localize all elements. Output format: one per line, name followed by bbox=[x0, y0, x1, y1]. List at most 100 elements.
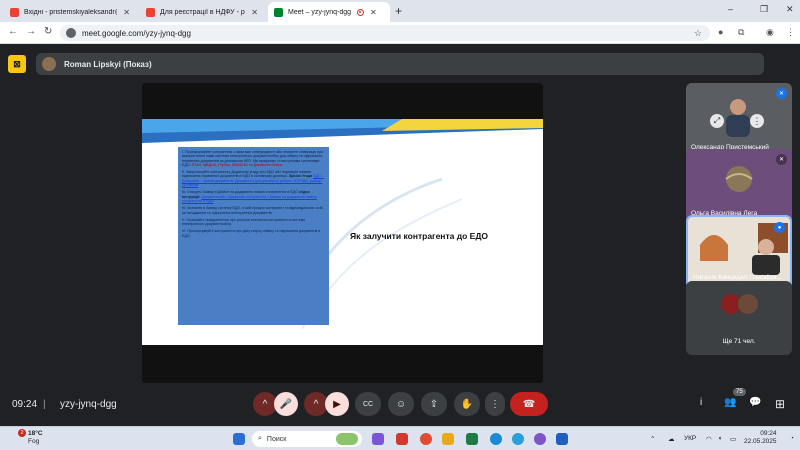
present-button[interactable]: ⇪ bbox=[421, 392, 447, 416]
minimize-button[interactable]: – bbox=[728, 4, 733, 14]
battery-icon[interactable]: ▭ bbox=[730, 435, 736, 443]
meeting-clock: 09:24 bbox=[12, 399, 38, 410]
shared-slide: I. Проінформуйте контрагента з яким вже … bbox=[142, 119, 543, 345]
viber-icon[interactable] bbox=[534, 433, 546, 445]
separator: | bbox=[43, 399, 46, 410]
tab-ndfu[interactable]: Для реєстрації в НДФУ - prystr ✕ bbox=[140, 2, 264, 22]
mic-muted-icon: ✕ bbox=[776, 88, 787, 99]
gmail-icon bbox=[10, 7, 19, 17]
meet-top-bar: ⊠ Roman Lipskyi (Показ) bbox=[0, 45, 800, 83]
profile-avatar-icon[interactable]: ◉ bbox=[766, 27, 774, 38]
wifi-icon[interactable]: ◠ bbox=[706, 435, 712, 443]
copilot-icon[interactable] bbox=[372, 433, 384, 445]
windows-start-icon[interactable] bbox=[233, 433, 245, 445]
browser-tab-strip: Вхідні - pristemskiyaleksandr@ ✕ Для реє… bbox=[0, 0, 800, 22]
step-item: III. Створіть Заявку в ДімКит на додаван… bbox=[182, 190, 317, 203]
mic-muted-icon: ✕ bbox=[776, 154, 787, 165]
file-explorer-icon[interactable] bbox=[442, 433, 454, 445]
camera-off-icon: ▶ bbox=[333, 398, 341, 410]
speaking-indicator-icon: ● bbox=[774, 222, 785, 233]
more-vert-icon: ⋮ bbox=[490, 398, 500, 410]
step-item: II. Запропонуйте контрагенту Додаткову у… bbox=[182, 170, 324, 188]
search-icon: ⌕ bbox=[258, 435, 262, 442]
slide-title: Як залучити контрагента до ЕДО bbox=[350, 231, 488, 241]
taskbar-search[interactable]: ⌕ Поиск bbox=[252, 431, 362, 447]
more-participants-label: Ще 71 чел. bbox=[722, 338, 756, 345]
step-item: I. Проінформуйте контрагента з яким вже … bbox=[182, 150, 324, 167]
tab-gmail[interactable]: Вхідні - pristemskiyaleksandr@ ✕ bbox=[4, 2, 136, 22]
chat-icon[interactable]: 💬 bbox=[749, 397, 761, 408]
present-screen-icon[interactable]: ⊠ bbox=[8, 55, 26, 73]
tab-title: Meet – yzy-jynq-dgg bbox=[288, 8, 352, 16]
weather-widget[interactable]: 18°C Fog bbox=[28, 430, 43, 446]
step-item: V. Отримайте повідомлення про успішне вн… bbox=[182, 217, 306, 227]
restore-button[interactable]: ❐ bbox=[760, 4, 768, 15]
captions-button[interactable]: CC bbox=[355, 392, 381, 416]
tab-title: Вхідні - pristemskiyaleksandr@ bbox=[24, 8, 118, 16]
address-bar[interactable]: meet.google.com/yzy-jynq-dgg ☆ bbox=[60, 25, 710, 41]
participant-tile-active[interactable]: ● Наталія Канцедал / Nataliya... bbox=[686, 215, 792, 289]
menu-kebab-icon[interactable]: ⋮ bbox=[786, 27, 795, 38]
reload-icon[interactable]: ↻ bbox=[44, 26, 52, 37]
forward-arrow-icon[interactable]: → bbox=[26, 26, 36, 37]
mic-toggle-button[interactable]: 🎤 bbox=[274, 392, 298, 416]
close-icon[interactable]: ✕ bbox=[123, 8, 130, 17]
new-tab-button[interactable]: + bbox=[395, 4, 402, 18]
more-participants-tile[interactable]: Ще 71 чел. bbox=[686, 281, 792, 355]
meeting-info-icon[interactable]: i bbox=[700, 397, 702, 408]
chevron-up-icon[interactable]: ⌃ bbox=[650, 435, 655, 443]
site-info-icon[interactable] bbox=[66, 28, 76, 38]
meet-icon bbox=[274, 7, 283, 17]
instruction-link[interactable]: Документообіг / Довідники контрагента / … bbox=[182, 195, 317, 203]
people-icon[interactable]: 👥 bbox=[724, 397, 736, 408]
steps-panel: I. Проінформуйте контрагента з яким вже … bbox=[178, 147, 329, 325]
close-window-button[interactable]: ✕ bbox=[786, 4, 794, 15]
bookmark-star-icon[interactable]: ☆ bbox=[694, 28, 702, 39]
telegram-icon[interactable] bbox=[512, 433, 524, 445]
skype-icon[interactable] bbox=[490, 433, 502, 445]
participant-tile[interactable]: ⤢ ⋮ ✕ Олександр Пристемський bbox=[686, 83, 792, 157]
step-item: IV. Зазначте в Заявці систему ЕДО, в які… bbox=[182, 206, 323, 215]
more-options-button[interactable]: ⋮ bbox=[485, 392, 505, 416]
chevron-up-icon: ^ bbox=[262, 398, 268, 410]
raise-hand-button[interactable]: ✋ bbox=[454, 392, 480, 416]
cloud-icon[interactable]: ☁ bbox=[668, 435, 675, 443]
meeting-code: yzy-jynq-dgg bbox=[60, 399, 117, 410]
mic-off-icon: 🎤 bbox=[279, 398, 293, 410]
meet-control-bar: 09:24 | yzy-jynq-dgg ^ 🎤 ^ ▶ CC ☺ ⇪ ✋ ⋮ … bbox=[0, 384, 800, 427]
emoji-icon: ☺ bbox=[395, 398, 407, 410]
system-clock[interactable]: 09:24 22.05.2025 bbox=[744, 430, 777, 446]
participant-name: Наталія Канцедал / Nataliya... bbox=[693, 274, 782, 281]
participant-count-badge: 75 bbox=[733, 388, 746, 396]
weather-desc: Fog bbox=[28, 438, 40, 445]
word-icon[interactable] bbox=[556, 433, 568, 445]
camera-toggle-button[interactable]: ▶ bbox=[325, 392, 349, 416]
emoji-button[interactable]: ☺ bbox=[388, 392, 414, 416]
participant-tile[interactable]: ✕ Ольга Василівна Лега bbox=[686, 149, 792, 223]
notifications-icon[interactable]: ◔ bbox=[790, 435, 794, 442]
system-date: 22.05.2025 bbox=[744, 438, 777, 445]
gmail-icon bbox=[146, 7, 155, 17]
chevron-up-icon: ^ bbox=[313, 398, 319, 410]
back-arrow-icon[interactable]: ← bbox=[8, 26, 18, 37]
weather-badge: 2 bbox=[18, 429, 26, 437]
speaker-icon[interactable]: ◖ bbox=[718, 435, 722, 442]
step-item: VI. Проінформуйте контрагента про дату с… bbox=[182, 229, 321, 238]
tab-title: Для реєстрації в НДФУ - prystr bbox=[160, 8, 245, 16]
tab-meet[interactable]: Meet – yzy-jynq-dgg ✕ bbox=[268, 2, 390, 22]
more-options-icon[interactable]: ⋮ bbox=[750, 114, 764, 128]
recording-icon bbox=[357, 8, 365, 16]
language-indicator[interactable]: УКР bbox=[684, 435, 696, 442]
close-icon[interactable]: ✕ bbox=[251, 8, 258, 17]
system-time: 09:24 bbox=[760, 430, 777, 437]
close-icon[interactable]: ✕ bbox=[370, 8, 377, 17]
extension-icon[interactable]: ● bbox=[718, 27, 723, 37]
activities-icon[interactable]: ⊞ bbox=[775, 397, 785, 411]
app-icon[interactable] bbox=[396, 433, 408, 445]
pin-icon[interactable]: ⤢ bbox=[710, 114, 724, 128]
search-highlight-icon bbox=[336, 433, 358, 445]
leave-call-button[interactable]: ☎ bbox=[510, 392, 548, 416]
puzzle-icon[interactable]: ⧉ bbox=[738, 27, 744, 38]
chrome-icon[interactable] bbox=[420, 433, 432, 445]
excel-icon[interactable] bbox=[466, 433, 478, 445]
